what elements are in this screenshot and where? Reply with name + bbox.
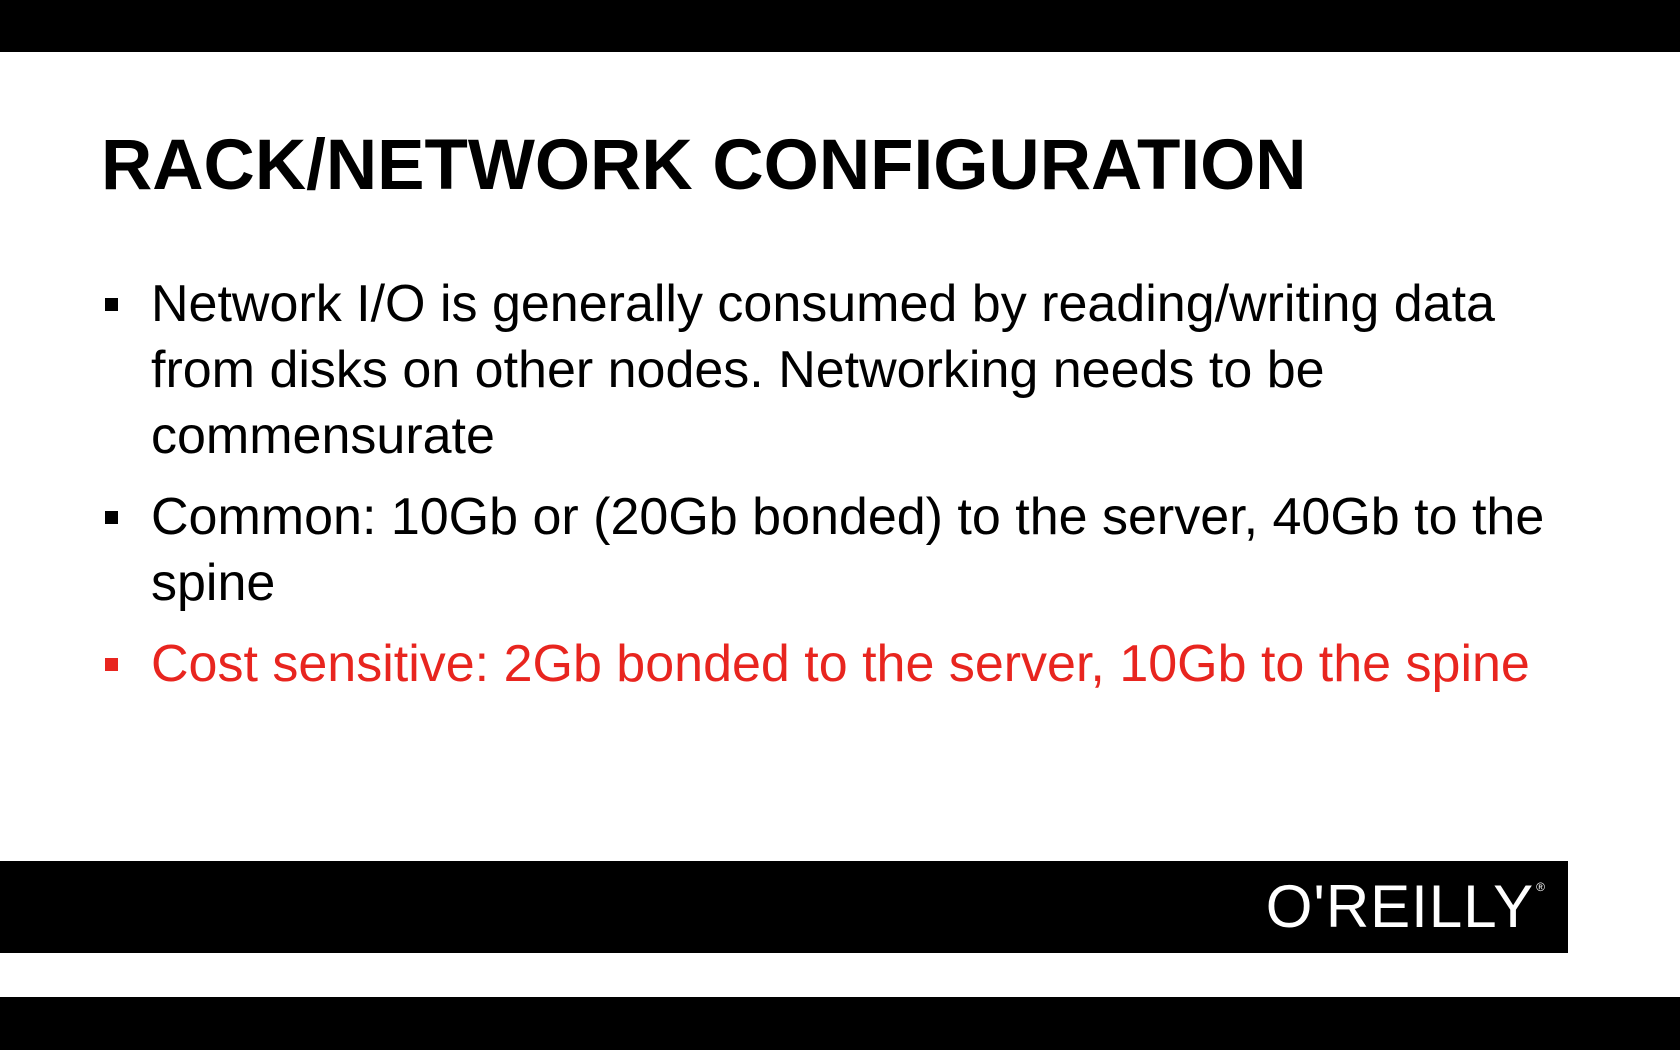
presentation-slide: RACK/NETWORK CONFIGURATION Network I/O i… — [0, 52, 1680, 997]
square-bullet-icon — [105, 658, 118, 671]
bullet-item: Common: 10Gb or (20Gb bonded) to the ser… — [101, 484, 1601, 616]
bullet-text: Cost sensitive: 2Gb bonded to the server… — [151, 635, 1530, 693]
bullet-item: Network I/O is generally consumed by rea… — [101, 271, 1601, 469]
letterbox-top — [0, 0, 1680, 52]
bullet-item-highlighted: Cost sensitive: 2Gb bonded to the server… — [101, 631, 1601, 697]
logo-text: O'REILLY — [1265, 873, 1535, 940]
bullet-list: Network I/O is generally consumed by rea… — [101, 271, 1601, 712]
letterbox-bottom — [0, 997, 1680, 1050]
bullet-text: Common: 10Gb or (20Gb bonded) to the ser… — [151, 488, 1545, 612]
square-bullet-icon — [105, 298, 118, 311]
square-bullet-icon — [105, 511, 118, 524]
registered-mark: ® — [1536, 880, 1546, 894]
footer-band: O'REILLY ® — [0, 861, 1568, 953]
oreilly-logo: O'REILLY ® — [1265, 873, 1546, 940]
slide-title: RACK/NETWORK CONFIGURATION — [101, 126, 1307, 205]
bullet-text: Network I/O is generally consumed by rea… — [151, 275, 1495, 465]
